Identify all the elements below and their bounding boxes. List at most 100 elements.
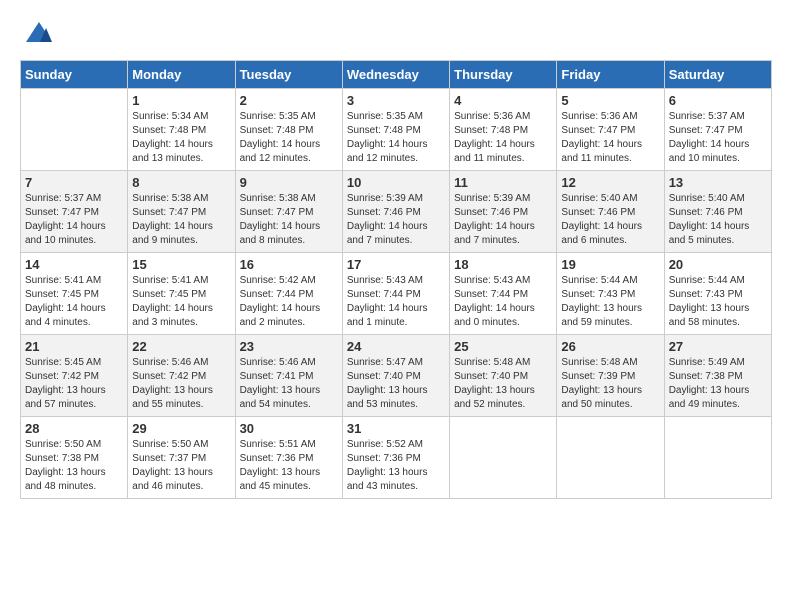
calendar-week-5: 28Sunrise: 5:50 AM Sunset: 7:38 PM Dayli… — [21, 417, 772, 499]
day-number: 21 — [25, 339, 123, 354]
day-header-tuesday: Tuesday — [235, 61, 342, 89]
day-info: Sunrise: 5:36 AM Sunset: 7:47 PM Dayligh… — [561, 110, 659, 166]
calendar-week-2: 7 Sunrise: 5:37 AM Sunset: 7:47 PM Daylig… — [21, 171, 772, 253]
day-info: Sunrise: 5:44 AM Sunset: 7:43 PM Dayligh… — [669, 274, 767, 330]
day-info: Sunrise: 5:35 AM Sunset: 7:48 PM Dayligh… — [240, 110, 338, 166]
day-info: Sunrise: 5:47 AM Sunset: 7:40 PM Dayligh… — [347, 356, 445, 412]
calendar-header: SundayMondayTuesdayWednesdayThursdayFrid… — [21, 61, 772, 89]
calendar-cell — [450, 417, 557, 499]
day-number: 20 — [669, 257, 767, 272]
day-number: 11 — [454, 175, 552, 190]
day-info: Sunrise: 5:46 AM Sunset: 7:42 PM Dayligh… — [132, 356, 230, 412]
day-number: 31 — [347, 421, 445, 436]
day-number: 25 — [454, 339, 552, 354]
day-info: Sunrise: 5:46 AM Sunset: 7:41 PM Dayligh… — [240, 356, 338, 412]
day-number: 23 — [240, 339, 338, 354]
calendar-cell: 21 Sunrise: 5:45 AM Sunset: 7:42 PM Dayli… — [21, 335, 128, 417]
calendar-cell: 2 Sunrise: 5:35 AM Sunset: 7:48 PM Daylig… — [235, 89, 342, 171]
page-header — [20, 20, 772, 50]
calendar-cell: 22Sunrise: 5:46 AM Sunset: 7:42 PM Dayli… — [128, 335, 235, 417]
calendar-cell: 17 Sunrise: 5:43 AM Sunset: 7:44 PM Dayli… — [342, 253, 449, 335]
day-info: Sunrise: 5:50 AM Sunset: 7:38 PM Dayligh… — [25, 438, 123, 494]
calendar-cell: 4 Sunrise: 5:36 AM Sunset: 7:48 PM Daylig… — [450, 89, 557, 171]
calendar-cell: 20 Sunrise: 5:44 AM Sunset: 7:43 PM Dayli… — [664, 253, 771, 335]
day-header-thursday: Thursday — [450, 61, 557, 89]
calendar-cell: 1 Sunrise: 5:34 AM Sunset: 7:48 PM Daylig… — [128, 89, 235, 171]
calendar-cell: 3 Sunrise: 5:35 AM Sunset: 7:48 PM Daylig… — [342, 89, 449, 171]
logo — [20, 20, 54, 50]
calendar-week-3: 14 Sunrise: 5:41 AM Sunset: 7:45 PM Dayli… — [21, 253, 772, 335]
day-info: Sunrise: 5:38 AM Sunset: 7:47 PM Dayligh… — [240, 192, 338, 248]
day-info: Sunrise: 5:36 AM Sunset: 7:48 PM Dayligh… — [454, 110, 552, 166]
day-info: Sunrise: 5:50 AM Sunset: 7:37 PM Dayligh… — [132, 438, 230, 494]
day-info: Sunrise: 5:44 AM Sunset: 7:43 PM Dayligh… — [561, 274, 659, 330]
day-info: Sunrise: 5:51 AM Sunset: 7:36 PM Dayligh… — [240, 438, 338, 494]
day-header-wednesday: Wednesday — [342, 61, 449, 89]
day-info: Sunrise: 5:39 AM Sunset: 7:46 PM Dayligh… — [347, 192, 445, 248]
calendar-body: 1 Sunrise: 5:34 AM Sunset: 7:48 PM Daylig… — [21, 89, 772, 499]
day-info: Sunrise: 5:37 AM Sunset: 7:47 PM Dayligh… — [669, 110, 767, 166]
day-number: 24 — [347, 339, 445, 354]
day-number: 2 — [240, 93, 338, 108]
day-header-sunday: Sunday — [21, 61, 128, 89]
calendar-cell: 8 Sunrise: 5:38 AM Sunset: 7:47 PM Daylig… — [128, 171, 235, 253]
day-number: 1 — [132, 93, 230, 108]
day-number: 14 — [25, 257, 123, 272]
day-info: Sunrise: 5:34 AM Sunset: 7:48 PM Dayligh… — [132, 110, 230, 166]
day-info: Sunrise: 5:48 AM Sunset: 7:39 PM Dayligh… — [561, 356, 659, 412]
calendar-cell: 14 Sunrise: 5:41 AM Sunset: 7:45 PM Dayli… — [21, 253, 128, 335]
day-info: Sunrise: 5:52 AM Sunset: 7:36 PM Dayligh… — [347, 438, 445, 494]
day-number: 19 — [561, 257, 659, 272]
calendar-cell: 30 Sunrise: 5:51 AM Sunset: 7:36 PM Dayli… — [235, 417, 342, 499]
day-info: Sunrise: 5:49 AM Sunset: 7:38 PM Dayligh… — [669, 356, 767, 412]
day-number: 13 — [669, 175, 767, 190]
day-info: Sunrise: 5:37 AM Sunset: 7:47 PM Dayligh… — [25, 192, 123, 248]
day-info: Sunrise: 5:45 AM Sunset: 7:42 PM Dayligh… — [25, 356, 123, 412]
calendar-cell: 28Sunrise: 5:50 AM Sunset: 7:38 PM Dayli… — [21, 417, 128, 499]
calendar-table: SundayMondayTuesdayWednesdayThursdayFrid… — [20, 60, 772, 499]
calendar-cell: 11 Sunrise: 5:39 AM Sunset: 7:46 PM Dayli… — [450, 171, 557, 253]
calendar-cell: 25 Sunrise: 5:48 AM Sunset: 7:40 PM Dayli… — [450, 335, 557, 417]
day-info: Sunrise: 5:35 AM Sunset: 7:48 PM Dayligh… — [347, 110, 445, 166]
day-info: Sunrise: 5:43 AM Sunset: 7:44 PM Dayligh… — [454, 274, 552, 330]
calendar-cell: 27 Sunrise: 5:49 AM Sunset: 7:38 PM Dayli… — [664, 335, 771, 417]
day-number: 4 — [454, 93, 552, 108]
calendar-week-1: 1 Sunrise: 5:34 AM Sunset: 7:48 PM Daylig… — [21, 89, 772, 171]
day-info: Sunrise: 5:43 AM Sunset: 7:44 PM Dayligh… — [347, 274, 445, 330]
calendar-cell — [557, 417, 664, 499]
calendar-cell: 16Sunrise: 5:42 AM Sunset: 7:44 PM Dayli… — [235, 253, 342, 335]
calendar-cell: 6 Sunrise: 5:37 AM Sunset: 7:47 PM Daylig… — [664, 89, 771, 171]
day-header-friday: Friday — [557, 61, 664, 89]
day-number: 9 — [240, 175, 338, 190]
day-number: 6 — [669, 93, 767, 108]
day-number: 27 — [669, 339, 767, 354]
day-info: Sunrise: 5:39 AM Sunset: 7:46 PM Dayligh… — [454, 192, 552, 248]
day-number: 17 — [347, 257, 445, 272]
calendar-cell: 23 Sunrise: 5:46 AM Sunset: 7:41 PM Dayli… — [235, 335, 342, 417]
day-number: 26 — [561, 339, 659, 354]
day-header-monday: Monday — [128, 61, 235, 89]
logo-icon — [24, 20, 54, 50]
day-info: Sunrise: 5:41 AM Sunset: 7:45 PM Dayligh… — [25, 274, 123, 330]
calendar-cell — [664, 417, 771, 499]
calendar-week-4: 21 Sunrise: 5:45 AM Sunset: 7:42 PM Dayli… — [21, 335, 772, 417]
day-info: Sunrise: 5:41 AM Sunset: 7:45 PM Dayligh… — [132, 274, 230, 330]
day-header-saturday: Saturday — [664, 61, 771, 89]
day-info: Sunrise: 5:40 AM Sunset: 7:46 PM Dayligh… — [561, 192, 659, 248]
calendar-cell: 24 Sunrise: 5:47 AM Sunset: 7:40 PM Dayli… — [342, 335, 449, 417]
day-number: 30 — [240, 421, 338, 436]
day-number: 5 — [561, 93, 659, 108]
day-info: Sunrise: 5:48 AM Sunset: 7:40 PM Dayligh… — [454, 356, 552, 412]
calendar-cell: 26 Sunrise: 5:48 AM Sunset: 7:39 PM Dayli… — [557, 335, 664, 417]
day-number: 8 — [132, 175, 230, 190]
calendar-cell: 9 Sunrise: 5:38 AM Sunset: 7:47 PM Daylig… — [235, 171, 342, 253]
day-number: 16 — [240, 257, 338, 272]
day-info: Sunrise: 5:38 AM Sunset: 7:47 PM Dayligh… — [132, 192, 230, 248]
day-number: 29 — [132, 421, 230, 436]
day-number: 7 — [25, 175, 123, 190]
day-number: 3 — [347, 93, 445, 108]
day-number: 10 — [347, 175, 445, 190]
calendar-cell — [21, 89, 128, 171]
calendar-cell: 15Sunrise: 5:41 AM Sunset: 7:45 PM Dayli… — [128, 253, 235, 335]
calendar-cell: 5 Sunrise: 5:36 AM Sunset: 7:47 PM Daylig… — [557, 89, 664, 171]
